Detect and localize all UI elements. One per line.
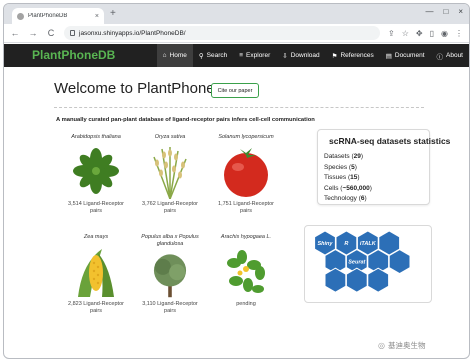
site-navbar: PlantPhoneDB ⌂ Home ⚲ Search ≡ Explorer … xyxy=(4,44,469,67)
nav-download-label: Download xyxy=(290,52,320,59)
menu-icon[interactable]: ⋮ xyxy=(455,29,463,38)
stats-panel: scRNA-seq datasets statistics Datasets (… xyxy=(317,129,450,205)
species-pairs: 3,110 Ligand-Receptor pairs xyxy=(142,301,198,314)
species-card-peanut[interactable]: Arachis hypogaea L. pending xyxy=(214,234,278,308)
extensions-icon[interactable]: ✥ xyxy=(416,29,423,38)
species-name: Arabidopsis thaliana xyxy=(71,134,121,140)
nav-home-label: Home xyxy=(169,52,187,59)
species-name: Arachis hypogaea L. xyxy=(220,234,272,240)
site-brand[interactable]: PlantPhoneDB xyxy=(32,48,115,62)
tab-close-icon[interactable]: × xyxy=(95,13,99,20)
tool-hex-label: Shiny xyxy=(318,241,334,247)
window-controls: — □ × xyxy=(425,7,463,16)
species-pairs: 3,514 Ligand-Receptor pairs xyxy=(68,201,124,214)
tool-hex xyxy=(367,267,390,293)
nav-document[interactable]: ▤ Document xyxy=(380,44,431,67)
stat-item: Species (5) xyxy=(324,163,357,171)
tool-hex xyxy=(345,267,368,293)
close-window-icon[interactable]: × xyxy=(458,7,463,16)
tab-title: PlantPhoneDB xyxy=(28,13,68,19)
nav-about[interactable]: ⓘ About xyxy=(431,44,470,67)
tools-panel: Shiny RiTALK Seurat xyxy=(304,225,432,303)
tool-hex-label: iTALK xyxy=(360,241,377,247)
browser-window: PlantPhoneDB × + — □ × ← → C jasonxu.shi… xyxy=(3,3,470,359)
nav-explorer[interactable]: ≡ Explorer xyxy=(233,44,276,67)
nav-about-label: About xyxy=(446,52,463,59)
stat-item: Cells (~560,000) xyxy=(324,184,372,192)
nav-search[interactable]: ⚲ Search xyxy=(193,44,233,67)
new-tab-button[interactable]: + xyxy=(110,8,116,20)
share-icon[interactable]: ⇪ xyxy=(388,29,395,38)
page-subtitle: A manually curated pan-plant database of… xyxy=(56,117,315,123)
back-icon[interactable]: ← xyxy=(10,28,20,38)
sidebar-icon[interactable]: ▯ xyxy=(430,29,434,38)
tool-hex xyxy=(324,267,347,293)
document-icon: ▤ xyxy=(385,52,392,60)
species-card-arabidopsis[interactable]: Arabidopsis thaliana 3,514 Ligand-Recept… xyxy=(64,134,128,215)
browser-toolbar: ← → C jasonxu.shinyapps.io/PlantPhoneDB/… xyxy=(4,24,469,43)
forward-icon[interactable]: → xyxy=(28,28,38,38)
peanut-image xyxy=(218,243,274,299)
profile-icon[interactable]: ◉ xyxy=(441,29,448,38)
species-pairs: pending xyxy=(236,301,256,307)
stats-list: Datasets (29) Species (5) Tissues (15) C… xyxy=(324,152,372,205)
nav-search-label: Search xyxy=(206,52,228,59)
species-name: Zea mays xyxy=(83,234,109,240)
divider xyxy=(54,107,424,108)
nav-home[interactable]: ⌂ Home xyxy=(156,44,193,67)
home-icon: ⌂ xyxy=(162,52,167,59)
species-pairs: 2,823 Ligand-Receptor pairs xyxy=(68,301,124,314)
watermark-text: 基迪奥生物 xyxy=(387,341,426,350)
species-card-rice[interactable]: Oryza sativa 3,762 Ligand-Receptor pairs xyxy=(138,134,202,215)
minimize-icon[interactable]: — xyxy=(425,7,433,16)
species-card-poplar[interactable]: Populus alba x Populus glandulosa 3,110 … xyxy=(138,234,202,315)
download-icon: ⇩ xyxy=(282,52,288,60)
species-card-tomato[interactable]: Solanum lycopersicum 1,751 Ligand-Recept… xyxy=(214,134,278,215)
search-icon: ⚲ xyxy=(198,52,204,60)
reload-icon[interactable]: C xyxy=(46,28,56,38)
species-name: Solanum lycopersicum xyxy=(218,134,274,140)
tab-strip: PlantPhoneDB × + — □ × xyxy=(4,4,469,24)
explorer-icon: ≡ xyxy=(239,52,244,59)
tool-hex-label: Seurat xyxy=(348,260,366,266)
poplar-image xyxy=(142,249,198,299)
stat-item: Tissues (15) xyxy=(324,174,360,181)
address-bar[interactable]: jasonxu.shinyapps.io/PlantPhoneDB/ xyxy=(64,26,381,40)
tool-hex-label: R xyxy=(344,241,348,247)
stats-title: scRNA-seq datasets statistics xyxy=(329,136,451,146)
species-name: Populus alba x Populus glandulosa xyxy=(141,234,199,247)
browser-tab[interactable]: PlantPhoneDB × xyxy=(12,8,104,24)
species-pairs: 1,751 Ligand-Receptor pairs xyxy=(218,201,274,214)
nav-references-label: References xyxy=(340,52,374,59)
nav-menu: ⌂ Home ⚲ Search ≡ Explorer ⇩ Download ⚑ … xyxy=(156,44,470,67)
lock-icon xyxy=(70,30,75,36)
star-icon[interactable]: ☆ xyxy=(402,29,409,38)
wechat-icon: ◎ xyxy=(378,341,385,350)
maximize-icon[interactable]: □ xyxy=(443,7,448,16)
about-icon: ⓘ xyxy=(436,53,444,61)
stat-item: Technology (6) xyxy=(324,195,367,202)
references-icon: ⚑ xyxy=(331,52,338,60)
url-text: jasonxu.shinyapps.io/PlantPhoneDB/ xyxy=(79,29,186,37)
nav-explorer-label: Explorer xyxy=(246,52,271,59)
stat-item: Datasets (29) xyxy=(324,153,364,160)
cite-paper-button[interactable]: Cite our paper xyxy=(211,83,259,98)
nav-download[interactable]: ⇩ Download xyxy=(276,44,325,67)
watermark: ◎ 基迪奥生物 xyxy=(378,340,425,351)
species-card-maize[interactable]: Zea mays 2,823 Ligand-Receptor pairs xyxy=(64,234,128,315)
species-pairs: 3,762 Ligand-Receptor pairs xyxy=(142,201,198,214)
nav-document-label: Document xyxy=(394,52,425,59)
tomato-image xyxy=(218,143,274,199)
favicon-icon xyxy=(17,12,24,20)
tools-hex-grid: Shiny RiTALK Seurat xyxy=(314,230,411,293)
maize-image xyxy=(68,243,124,299)
toolbar-actions: ⇪ ☆ ✥ ▯ ◉ ⋮ xyxy=(388,29,463,38)
rice-image xyxy=(142,143,198,199)
species-name: Oryza sativa xyxy=(154,134,186,140)
nav-references[interactable]: ⚑ References xyxy=(326,44,380,67)
arabidopsis-image xyxy=(68,143,124,199)
